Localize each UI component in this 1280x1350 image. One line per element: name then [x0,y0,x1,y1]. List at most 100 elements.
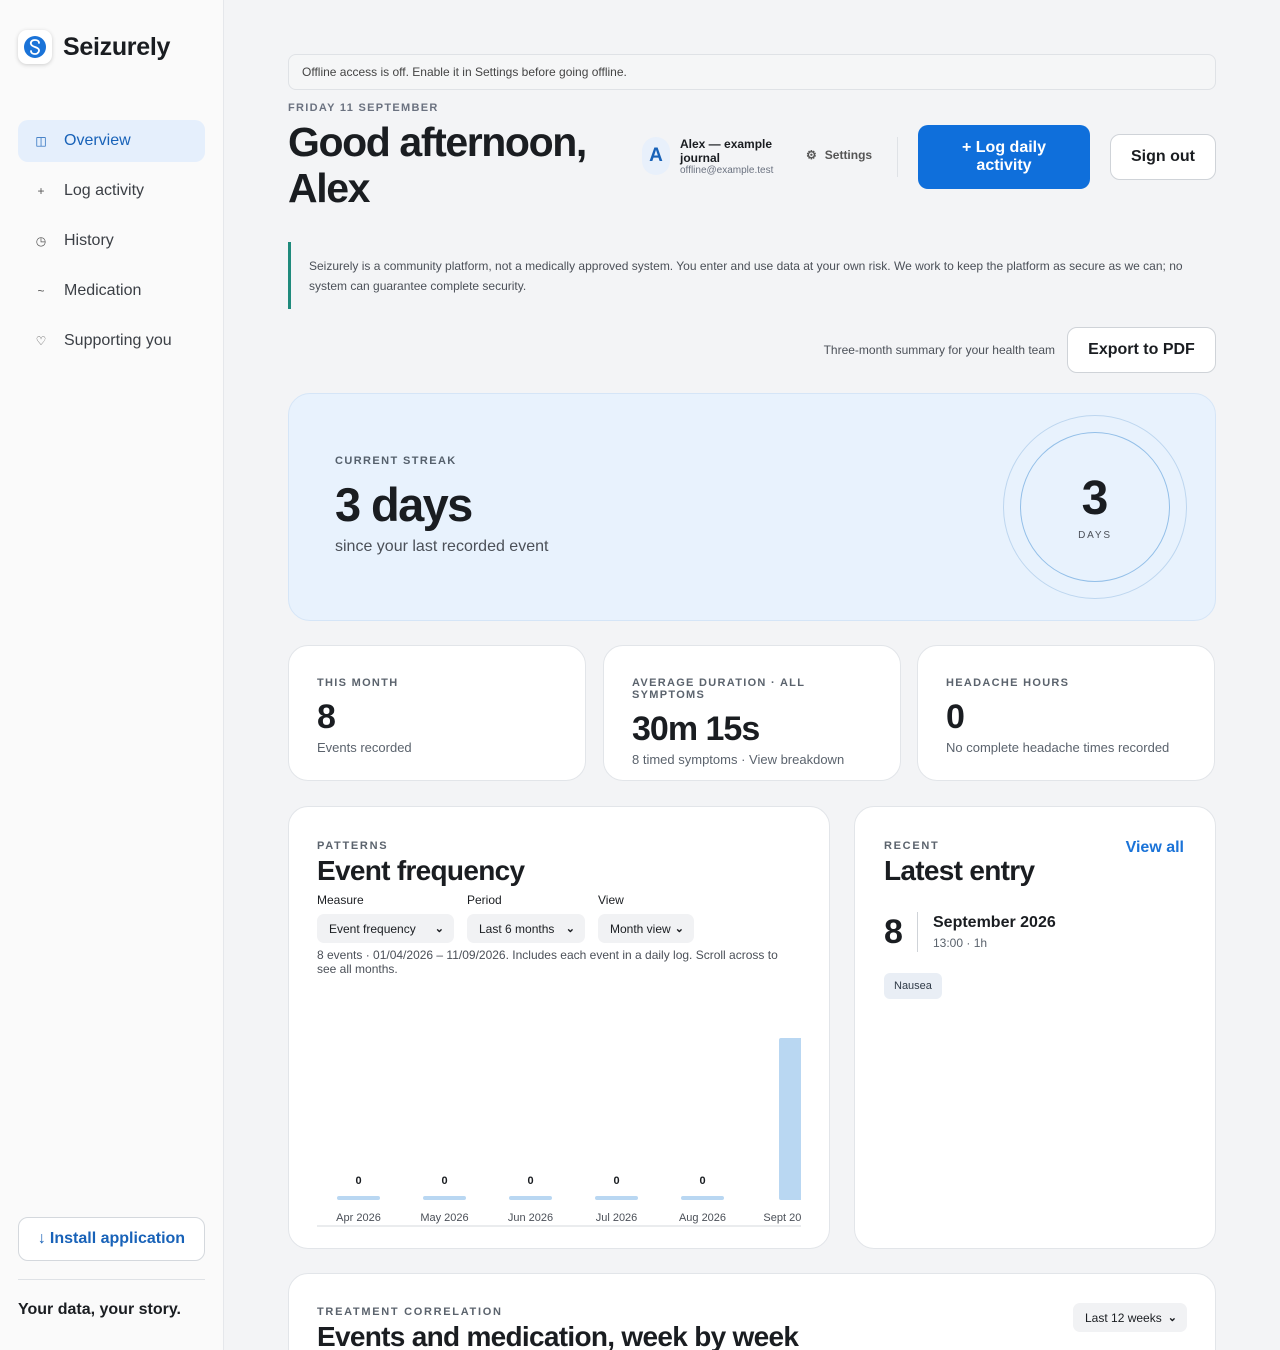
stat-card-average-duration[interactable]: AVERAGE DURATION · ALL SYMPTOMS 30m 15s … [603,645,901,781]
settings-link[interactable]: ⚙ Settings [806,148,872,162]
measure-label: Measure [317,893,364,907]
stat-label: THIS MONTH [317,677,399,689]
sidebar-item-label: Overview [64,132,131,149]
sidebar-item-history[interactable]: ◷ History [18,220,205,262]
sidebar-item-supporting-you[interactable]: ♡ Supporting you [18,320,205,362]
streak-value: 3 days [335,478,473,531]
weeks-value: Last 12 weeks [1085,1310,1162,1325]
stat-subtitle: Events recorded [317,740,412,755]
event-frequency-title: Event frequency [317,855,525,886]
streak-card: CURRENT STREAK 3 days since your last re… [288,393,1216,621]
stat-card-this-month: THIS MONTH 8 Events recorded [288,645,586,781]
chart-bar[interactable] [779,1038,801,1200]
download-icon: ↓ [37,1230,46,1247]
avatar: A [642,137,670,175]
x-tick-label: May 2026 [420,1212,468,1224]
chevron-down-icon: ⌄ [674,923,684,935]
tagline: Your data, your story. [18,1301,181,1318]
sign-out-button[interactable]: Sign out [1110,134,1216,180]
view-label: View [598,893,624,907]
plus-icon: + [37,184,45,198]
event-frequency-card: PATTERNS Event frequency Measure Event f… [288,806,830,1249]
stat-label: HEADACHE HOURS [946,677,1070,689]
gear-icon: ⚙ [806,148,817,162]
tilde-icon: ~ [37,284,45,298]
bar-value-label: 0 [355,1175,361,1187]
weeks-select[interactable]: Last 12 weeks ⌄ [1073,1303,1187,1332]
stat-card-headache-hours: HEADACHE HOURS 0 No complete headache ti… [917,645,1215,781]
treatment-correlation-card: TREATMENT CORRELATION Events and medicat… [288,1273,1216,1350]
streak-ring-unit: DAYS [1078,529,1112,541]
patterns-kicker: PATTERNS [317,840,389,852]
chart-bar[interactable] [595,1196,638,1200]
chevron-down-icon: ⌄ [1167,1312,1177,1324]
sidebar-item-label: History [64,232,114,249]
sidebar: Seizurely ◫ Overview + Log activity ◷ Hi… [0,0,224,1350]
chart-bar[interactable] [509,1196,552,1200]
log-daily-activity-button[interactable]: + Log daily activity [918,125,1090,189]
stat-value: 8 [317,698,336,736]
sidebar-item-medication[interactable]: ~ Medication [18,270,205,312]
brand[interactable]: Seizurely [18,30,170,64]
symptom-tag: Nausea [884,973,942,999]
entry-day: 8 [884,912,903,951]
bar-value-label: 0 [441,1175,447,1187]
page-title: Good afternoon, Alex [288,119,587,211]
install-label: Install application [49,1230,186,1247]
bar-value-label: 0 [527,1175,533,1187]
period-value: Last 6 months [479,921,555,936]
period-select[interactable]: Last 6 months ⌄ [467,914,585,943]
export-note: Three-month summary for your health team [823,343,1055,357]
date-label: FRIDAY 11 SEPTEMBER [288,102,439,114]
chart-filters: Measure Event frequency ⌄ Period Last 6 … [317,893,694,943]
x-tick-label: Jul 2026 [596,1212,638,1224]
x-tick-label: Jun 2026 [508,1212,553,1224]
x-tick-label: Aug 2026 [679,1212,726,1224]
chart-note: 8 events · 01/04/2026 – 11/09/2026. Incl… [317,948,778,976]
chart-bar[interactable] [681,1196,724,1200]
brand-logo-icon [18,30,52,64]
chevron-down-icon: ⌄ [434,923,444,935]
sidebar-divider [18,1279,205,1280]
latest-entry[interactable]: 8 September 2026 13:00 · 1h [884,912,1056,952]
streak-subtitle: since your last recorded event [335,538,549,555]
recent-kicker: RECENT [884,840,940,852]
chart-bar[interactable] [423,1196,466,1200]
chevron-down-icon: ⌄ [565,923,575,935]
measure-select[interactable]: Event frequency ⌄ [317,914,454,943]
sidebar-item-overview[interactable]: ◫ Overview [18,120,205,162]
stat-subtitle: 8 timed symptoms · View breakdown [632,752,845,767]
user-email: offline@example.test [680,165,774,176]
header-divider [897,137,898,177]
streak-ring-value: 3 [1081,471,1109,525]
entry-divider [917,912,918,952]
event-frequency-chart[interactable]: 0 Apr 2026 0 May 2026 0 Jun 2026 0 Jul 2026 0 Aug… [317,1000,801,1232]
stat-subtitle: No complete headache times recorded [946,740,1170,755]
streak-ring: 3 DAYS [1003,415,1187,599]
bar-value-label: 0 [699,1175,705,1187]
export-pdf-button[interactable]: Export to PDF [1067,327,1216,373]
sidebar-item-label: Log activity [64,182,145,199]
bar-value-label: 0 [613,1175,619,1187]
settings-label: Settings [824,148,873,162]
treatment-kicker: TREATMENT CORRELATION [317,1306,503,1318]
x-tick-label: Apr 2026 [336,1212,381,1224]
latest-entry-card: RECENT Latest entry View all 8 September… [854,806,1216,1249]
user-name: Alex — example journal [680,137,773,165]
stat-label: AVERAGE DURATION · ALL SYMPTOMS [632,677,806,701]
install-application-button[interactable]: ↓ Install application [18,1217,205,1261]
period-label: Period [467,893,502,907]
heart-icon: ♡ [35,334,47,348]
user-chip[interactable]: A Alex — example journal offline@example… [642,137,780,177]
chart-bar[interactable] [337,1196,380,1200]
treatment-title: Events and medication, week by week [317,1321,799,1350]
sidebar-item-log-activity[interactable]: + Log activity [18,170,205,212]
view-value: Month view [610,921,671,936]
sidebar-item-label: Medication [64,282,142,299]
measure-value: Event frequency [329,921,416,936]
offline-banner: Offline access is off. Enable it in Sett… [288,54,1216,90]
view-select[interactable]: Month view ⌄ [598,914,694,943]
view-all-link[interactable]: View all [1126,839,1184,857]
sidebar-item-label: Supporting you [64,332,172,349]
entry-month: September 2026 [933,914,1056,931]
